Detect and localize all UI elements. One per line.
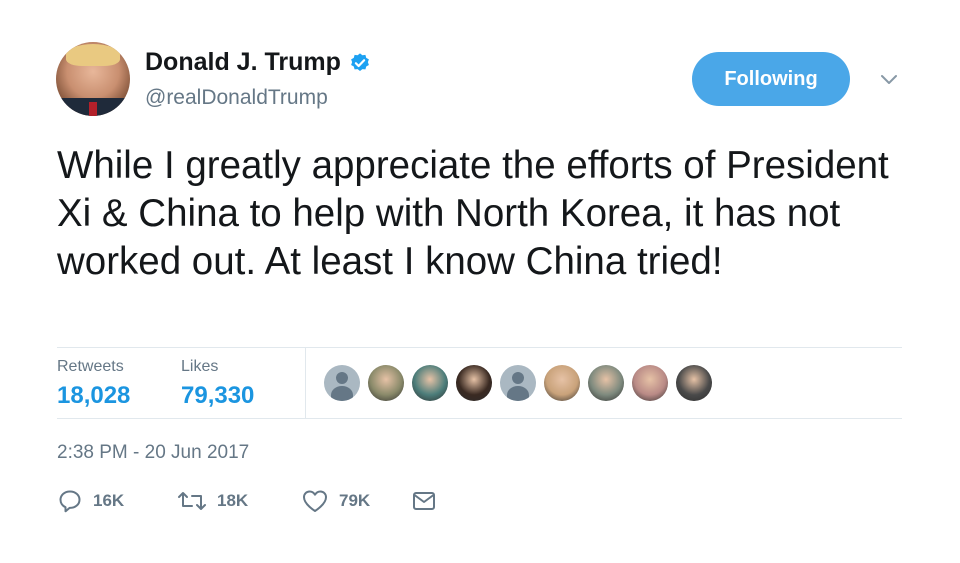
liker-avatar[interactable]: [456, 365, 492, 401]
liker-avatar[interactable]: [632, 365, 668, 401]
tweet-stats: Retweets 18,028 Likes 79,330: [57, 347, 902, 419]
following-button[interactable]: Following: [692, 52, 850, 106]
retweets-stat[interactable]: Retweets 18,028: [57, 358, 130, 410]
likes-stat[interactable]: Likes 79,330: [181, 358, 254, 410]
author-name-row[interactable]: Donald J. Trump: [145, 48, 371, 77]
author-name[interactable]: Donald J. Trump: [145, 48, 341, 77]
likes-count: 79,330: [181, 382, 255, 409]
chevron-down-icon[interactable]: [878, 68, 900, 90]
retweets-label: Retweets: [57, 358, 124, 375]
liker-avatar[interactable]: [368, 365, 404, 401]
liker-avatar[interactable]: [588, 365, 624, 401]
liker-avatar[interactable]: [500, 365, 536, 401]
retweet-action[interactable]: 18K: [177, 488, 301, 514]
author-handle[interactable]: @realDonaldTrump: [145, 86, 328, 110]
liker-avatar[interactable]: [324, 365, 360, 401]
retweet-icon: [178, 492, 206, 510]
liker-avatar[interactable]: [676, 365, 712, 401]
liker-avatar[interactable]: [544, 365, 580, 401]
reply-action[interactable]: 16K: [57, 488, 177, 514]
like-action[interactable]: 79K: [301, 488, 411, 514]
verified-badge-icon: [350, 52, 369, 71]
tweet-timestamp[interactable]: 2:38 PM - 20 Jun 2017: [57, 442, 249, 464]
tweet-text: While I greatly appreciate the efforts o…: [57, 144, 889, 283]
retweets-count: 18,028: [57, 382, 131, 409]
stats-divider: [305, 348, 306, 418]
direct-message-action[interactable]: [411, 489, 437, 513]
envelope-icon: [413, 492, 435, 510]
action-bar: 16K 18K 79K: [57, 488, 437, 514]
liker-avatars: [324, 365, 712, 401]
like-count: 79K: [339, 491, 371, 510]
liker-avatar[interactable]: [412, 365, 448, 401]
reply-icon: [59, 490, 81, 513]
retweet-count: 18K: [217, 491, 249, 510]
heart-icon: [303, 490, 327, 512]
likes-label: Likes: [181, 358, 219, 375]
reply-count: 16K: [93, 491, 125, 510]
author-avatar[interactable]: [56, 42, 130, 116]
